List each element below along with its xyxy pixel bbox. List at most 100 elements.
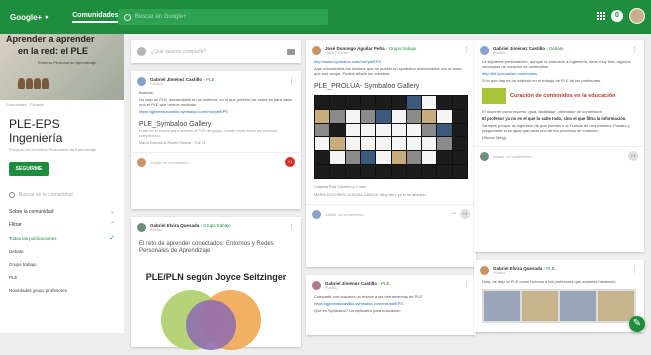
post-body: Os dejo mi PLE, desarrollado en un siste…: [139, 97, 292, 107]
avatar[interactable]: [312, 281, 321, 290]
post-card: Gabriel Jiménez Castillo › PLE Público ⋮…: [131, 71, 301, 209]
avatar[interactable]: [137, 77, 146, 86]
post-link[interactable]: http://bit.ly/curacion-contenidos: [474, 70, 644, 77]
post-image-title: PLE/PLN según Joyce Seitzinger: [145, 272, 287, 282]
comment-input[interactable]: Añadir un comentario...: [493, 154, 624, 159]
search-icon: [9, 192, 15, 198]
post-body: Compartir con vosotros un enlace a las h…: [314, 294, 423, 299]
about-community-toggle[interactable]: Sobre la comunidad ⌄: [0, 206, 124, 219]
post-time: Público: [493, 51, 506, 55]
community-title: PLE-EPS Ingeniería: [9, 117, 63, 145]
community-cover-image: Aprender a aprender en la red: el PLE En…: [0, 34, 124, 100]
more-options-icon[interactable]: ⋮: [288, 77, 295, 85]
search-icon: [124, 13, 131, 21]
post-time: Público: [325, 286, 338, 290]
avatar: [137, 47, 146, 56]
curation-quote: El profesor ya no es el que lo sabe todo…: [482, 116, 627, 121]
brand-label: Google+: [10, 12, 43, 22]
ple-diagram-image[interactable]: [131, 286, 301, 350]
post-time: Hace 2 horas: [325, 51, 348, 55]
share-icon[interactable]: ↪: [452, 211, 456, 217]
post-group[interactable]: PLE: [381, 281, 390, 286]
post-group[interactable]: PLE: [546, 266, 555, 271]
follow-button[interactable]: SEGUIRME: [9, 162, 49, 176]
post-link[interactable]: https://gjimenezcastillo.symbaloo.com/mi…: [306, 300, 476, 307]
avatar[interactable]: [312, 46, 321, 55]
cover-title-line1: Aprender a aprender: [6, 34, 95, 44]
comment-input[interactable]: Añadir un comentario...: [325, 212, 448, 217]
post-card: José Domingo Aguilar Peña › Grupo trabaj…: [306, 40, 476, 267]
post-title: El reto de aprender conectados: Entornos…: [139, 241, 274, 254]
curation-banner-image[interactable]: Curación de contenidos en la educación: [482, 87, 636, 105]
plus-one-button[interactable]: +1: [285, 157, 295, 167]
post-group[interactable]: Grupo trabajo: [389, 46, 417, 51]
avatar: [312, 209, 321, 219]
notifications-badge[interactable]: 0: [611, 10, 623, 22]
post-body-2: Si lo que hay es un misterio en el traba…: [482, 78, 602, 83]
cover-people-illustration: [18, 78, 49, 89]
avatar: [480, 151, 489, 161]
link-preview-text: Qué es Symbaloo? Un aplicativo para educ…: [314, 308, 401, 313]
cover-title-line2: en la red: el PLE: [18, 46, 89, 56]
post-likers[interactable]: Catalina Ruiz Cabrera y 2 más: [306, 183, 476, 191]
community-description: Proyecto de Entornos Personales de Apren…: [9, 147, 97, 152]
ple-collage-image[interactable]: [482, 289, 636, 323]
post-group[interactable]: Debate: [549, 46, 564, 51]
link-preview-title[interactable]: PLE_PROLUA- Symbaloo Gallery: [306, 77, 476, 91]
sidebar-item-all-posts[interactable]: Todas las publicaciones ✓: [0, 232, 124, 245]
post-greeting: Buenas:: [139, 90, 154, 95]
tab-communities[interactable]: Comunidades: [72, 12, 119, 23]
post-likers[interactable]: María Dolores & Rubén Garcia · Tus +1: [131, 139, 301, 147]
sidebar-item-novedades[interactable]: Novedades grupo profesores: [0, 284, 124, 297]
plus-one-button[interactable]: +1: [460, 209, 470, 219]
compose-box[interactable]: ¿Qué quieres compartir?: [131, 40, 301, 63]
more-options-icon[interactable]: ⋮: [463, 281, 470, 289]
post-card: Gabriel Elvira Quesada › Grupo trabajo P…: [131, 217, 301, 350]
post-card: Gabriel Elvira Quesada › PLE Público ⋮ H…: [474, 260, 644, 332]
more-options-icon[interactable]: ⋮: [463, 46, 470, 54]
post-time: Público: [493, 271, 506, 275]
sidebar-item-ple[interactable]: PLE: [0, 271, 124, 284]
sidebar-item-label: Grupo trabajo: [9, 262, 37, 267]
account-avatar[interactable]: [629, 8, 645, 24]
avatar[interactable]: [480, 266, 489, 275]
more-options-icon[interactable]: ⋮: [288, 223, 295, 231]
post-link[interactable]: https://gjimenezcastillo.symbaloo.com/mi…: [131, 108, 301, 115]
post-time: Público: [150, 228, 163, 232]
sidebar-item-debate[interactable]: Debate: [0, 245, 124, 258]
checkmark-icon: ✓: [109, 235, 115, 242]
plus-one-button[interactable]: +1: [628, 151, 638, 161]
post-group[interactable]: PLE: [206, 77, 215, 82]
symbaloo-preview-image[interactable]: [314, 95, 468, 179]
chevron-up-icon: ⌃: [109, 222, 115, 228]
camera-icon[interactable]: [287, 48, 295, 55]
chevron-down-icon: ▾: [45, 14, 49, 21]
community-search-input[interactable]: Buscar en la comunidad: [9, 192, 115, 198]
post-group[interactable]: Grupo trabajo: [203, 223, 231, 228]
sidebar-item-label: Debate: [9, 249, 24, 254]
create-post-fab[interactable]: ✎: [629, 316, 645, 332]
comment-input[interactable]: Añadir un comentario...: [150, 160, 281, 165]
chevron-down-icon: ⌄: [109, 209, 115, 215]
more-options-icon[interactable]: ⋮: [631, 266, 638, 274]
link-preview-title[interactable]: PLE_Symbaloo Gallery: [131, 115, 301, 129]
curation-logo: [482, 88, 506, 104]
post-card: Gabriel Jiménez Castillo › PLE Público ⋮…: [306, 275, 476, 335]
curation-banner-title: Curación de contenidos en la educación: [510, 93, 616, 99]
post-link[interactable]: http://www.symbaloo.com/mix/pleEPS: [306, 58, 476, 65]
more-options-icon[interactable]: ⋮: [631, 46, 638, 54]
community-caption: Comunidad · Privada: [6, 102, 44, 107]
filter-toggle[interactable]: Filtrar ⌃: [0, 219, 124, 232]
about-community-label: Sobre la comunidad: [9, 209, 54, 215]
sidebar-item-label: PLE: [9, 275, 18, 280]
search-input[interactable]: Buscar en Google+: [118, 9, 328, 25]
avatar[interactable]: [480, 46, 489, 55]
link-preview-description: Pulse en el enlace para acceder al PLE d…: [139, 129, 278, 138]
curation-subtitle: El docente como experto: guía, facilitad…: [482, 109, 602, 114]
stream-column-2: José Domingo Aguilar Peña › Grupo trabaj…: [306, 34, 476, 343]
google-plus-brand[interactable]: Google+ ▾: [10, 13, 48, 22]
avatar[interactable]: [137, 223, 146, 232]
sidebar-item-grupo-trabajo[interactable]: Grupo trabajo: [0, 258, 124, 271]
post-body: Hola, os dejo el PLE como hicimos a los …: [482, 279, 616, 284]
apps-grid-icon[interactable]: [597, 12, 605, 20]
